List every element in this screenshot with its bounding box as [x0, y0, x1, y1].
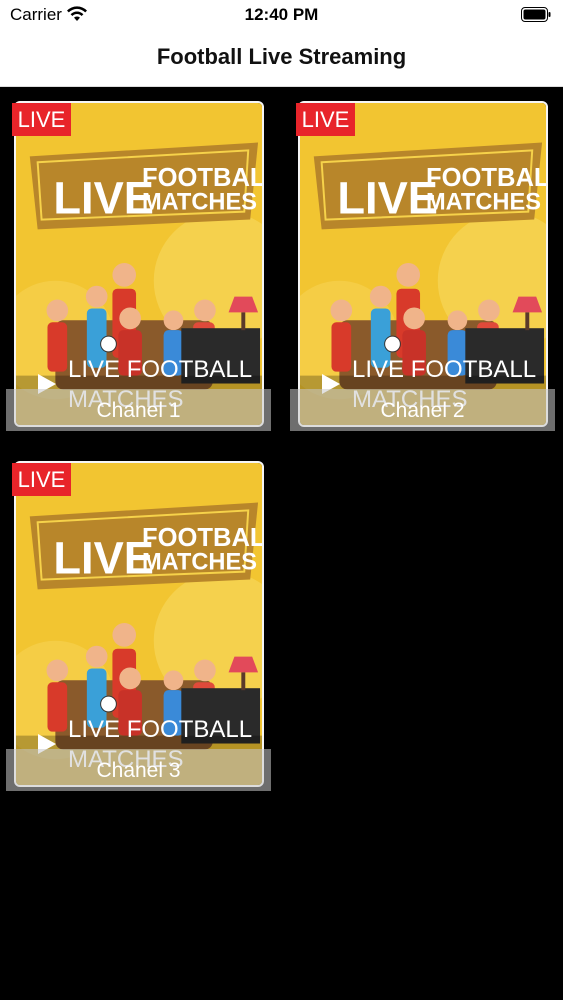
- live-badge: LIVE: [12, 463, 71, 496]
- banner-matches-text: MATCHES: [142, 190, 257, 216]
- page-title: Football Live Streaming: [156, 44, 407, 69]
- status-time: 12:40 PM: [244, 5, 319, 24]
- channel-caption: Chanel 2: [290, 389, 555, 431]
- live-badge: LIVE: [296, 103, 355, 136]
- channel-grid: LIVE FOOTBALL MATCHES LIVE LIVE: [0, 87, 563, 1000]
- banner-matches-text: MATCHES: [142, 550, 257, 576]
- battery-icon: [521, 7, 551, 22]
- banner-football-text: FOOTBALL: [142, 164, 262, 192]
- navigation-bar: Football Live Streaming: [0, 30, 563, 87]
- banner-football-text: FOOTBALL: [426, 164, 546, 192]
- banner-live-text: LIVE: [337, 173, 438, 224]
- channel-card-3[interactable]: LIVE FOOTBALL MATCHES LIVE LIVE: [6, 447, 271, 793]
- banner-matches-text: MATCHES: [426, 190, 541, 216]
- banner-live-text: LIVE: [53, 533, 154, 584]
- channel-caption: Chanel 1: [6, 389, 271, 431]
- status-bar: Carrier 12:40 PM: [0, 0, 563, 30]
- live-badge: LIVE: [12, 103, 71, 136]
- banner-live-text: LIVE: [53, 173, 154, 224]
- channel-caption: Chanel 3: [6, 749, 271, 791]
- banner-football-text: FOOTBALL: [142, 524, 262, 552]
- channel-card-2[interactable]: LIVE FOOTBALL MATCHES LIVE LIVE: [290, 87, 555, 433]
- channel-card-1[interactable]: LIVE FOOTBALL MATCHES LIVE LIVE: [6, 87, 271, 433]
